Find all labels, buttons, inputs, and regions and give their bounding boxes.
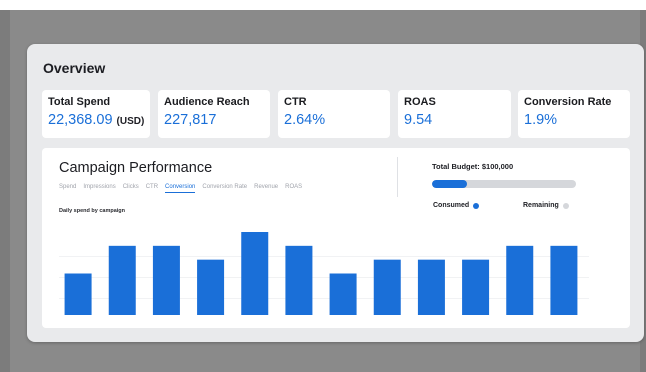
tab-conversion[interactable]: Conversion <box>165 184 196 193</box>
daily-spend-chart <box>59 232 589 316</box>
legend-remaining-label: Remaining <box>523 202 559 209</box>
metric-value: 22,368.09 (USD) <box>48 112 144 128</box>
chart-bar[interactable] <box>462 259 490 315</box>
legend-consumed: Consumed <box>433 202 480 209</box>
metric-value: 227,817 <box>164 112 217 128</box>
metric-value: 9.54 <box>404 112 433 128</box>
chart-bar[interactable] <box>152 245 180 315</box>
metric-label: ROAS <box>404 96 436 108</box>
metric-value: 2.64% <box>284 112 326 128</box>
tab-ctr[interactable]: CTR <box>146 184 158 193</box>
chart-subtitle: Daily spend by campaign <box>59 208 126 214</box>
chart-bar[interactable] <box>506 245 534 315</box>
section-divider <box>397 157 398 197</box>
metric-card-roas[interactable]: ROAS 9.54 <box>398 90 511 138</box>
metric-value: 1.9% <box>524 112 558 128</box>
tab-impressions[interactable]: Impressions <box>83 184 115 193</box>
overview-panel: Overview Total Spend 22,368.09 (USD) Aud… <box>27 44 644 342</box>
chart-bar[interactable] <box>108 245 136 315</box>
legend-remaining: Remaining <box>523 202 569 209</box>
chart-bar[interactable] <box>373 259 401 315</box>
overview-title: Overview <box>43 60 106 76</box>
chart-bar[interactable] <box>550 245 578 315</box>
budget-consumed-fill <box>432 180 467 188</box>
consumed-dot-icon <box>473 202 480 209</box>
chart-bar[interactable] <box>417 259 445 315</box>
metric-unit: (USD) <box>116 116 145 127</box>
metric-tabs: Spend Impressions Clicks CTR Conversion Conve… <box>59 184 302 193</box>
chart-bar[interactable] <box>285 245 313 315</box>
chart-bar[interactable] <box>329 273 357 316</box>
metric-label: Conversion Rate <box>524 96 612 108</box>
metric-card-conversion-rate[interactable]: Conversion Rate 1.9% <box>518 90 630 138</box>
tab-clicks[interactable]: Clicks <box>123 184 139 193</box>
legend-consumed-label: Consumed <box>433 202 470 209</box>
chart-bar[interactable] <box>241 232 269 315</box>
chart-bar[interactable] <box>64 273 92 316</box>
total-budget-label: Total Budget: $100,000 <box>432 162 514 171</box>
tab-roas[interactable]: ROAS <box>285 184 302 193</box>
metric-label: Audience Reach <box>164 96 250 108</box>
remaining-dot-icon <box>562 202 569 209</box>
campaign-performance-title: Campaign Performance <box>59 160 213 176</box>
budget-progress-bar <box>432 180 576 188</box>
chart-bar[interactable] <box>197 259 225 315</box>
metric-card-ctr[interactable]: CTR 2.64% <box>278 90 390 138</box>
tab-conversion-rate[interactable]: Conversion Rate <box>202 184 247 193</box>
metric-card-audience-reach[interactable]: Audience Reach 227,817 <box>158 90 270 138</box>
metric-label: Total Spend <box>48 96 111 108</box>
metric-label: CTR <box>284 96 307 108</box>
window-top-strip <box>0 0 646 10</box>
tab-revenue[interactable]: Revenue <box>254 184 278 193</box>
metric-number: 22,368.09 <box>48 112 113 128</box>
left-backdrop <box>0 10 10 372</box>
tab-spend[interactable]: Spend <box>59 184 76 193</box>
campaign-performance-card: Campaign Performance Spend Impressions Cli… <box>42 148 630 328</box>
metric-card-total-spend[interactable]: Total Spend 22,368.09 (USD) <box>42 90 150 138</box>
